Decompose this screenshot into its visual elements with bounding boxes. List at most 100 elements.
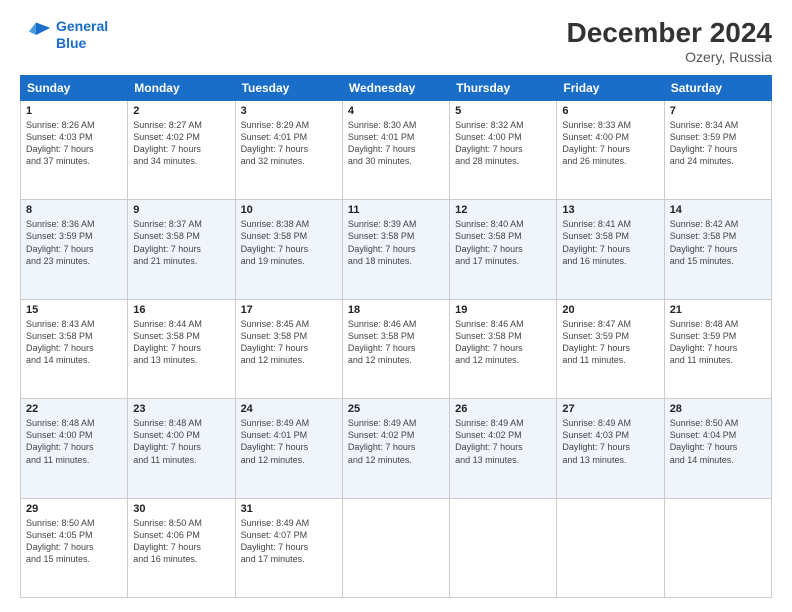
day-info: Sunrise: 8:32 AMSunset: 4:00 PMDaylight:… xyxy=(455,119,551,168)
day-number: 27 xyxy=(562,403,658,415)
col-monday: Monday xyxy=(128,75,235,100)
day-info: Sunrise: 8:46 AMSunset: 3:58 PMDaylight:… xyxy=(348,318,444,367)
day-info: Sunrise: 8:47 AMSunset: 3:59 PMDaylight:… xyxy=(562,318,658,367)
day-number: 19 xyxy=(455,304,551,316)
day-info: Sunrise: 8:29 AMSunset: 4:01 PMDaylight:… xyxy=(241,119,337,168)
week-row-1: 1 Sunrise: 8:26 AMSunset: 4:03 PMDaylight… xyxy=(21,100,772,199)
table-row: 13 Sunrise: 8:41 AMSunset: 3:58 PMDayligh… xyxy=(557,200,664,299)
table-row: 8Sunrise: 8:36 AMSunset: 3:59 PMDaylight… xyxy=(21,200,128,299)
month-title: December 2024 xyxy=(567,18,772,49)
col-thursday: Thursday xyxy=(450,75,557,100)
table-row: 11 Sunrise: 8:39 AMSunset: 3:58 PMDayligh… xyxy=(342,200,449,299)
table-row: 17 Sunrise: 8:45 AMSunset: 3:58 PMDayligh… xyxy=(235,299,342,398)
day-info: Sunrise: 8:48 AMSunset: 3:59 PMDaylight:… xyxy=(670,318,766,367)
col-tuesday: Tuesday xyxy=(235,75,342,100)
day-number: 4 xyxy=(348,105,444,117)
col-wednesday: Wednesday xyxy=(342,75,449,100)
table-row: 31 Sunrise: 8:49 AMSunset: 4:07 PMDayligh… xyxy=(235,498,342,597)
table-row: 24 Sunrise: 8:49 AMSunset: 4:01 PMDayligh… xyxy=(235,399,342,498)
day-info: Sunrise: 8:41 AMSunset: 3:58 PMDaylight:… xyxy=(562,218,658,267)
day-number: 28 xyxy=(670,403,766,415)
day-info: Sunrise: 8:34 AMSunset: 3:59 PMDaylight:… xyxy=(670,119,766,168)
day-number: 30 xyxy=(133,503,229,515)
day-number: 26 xyxy=(455,403,551,415)
day-info: Sunrise: 8:26 AMSunset: 4:03 PMDaylight:… xyxy=(26,119,122,168)
table-row: 21 Sunrise: 8:48 AMSunset: 3:59 PMDayligh… xyxy=(664,299,771,398)
table-row: 2 Sunrise: 8:27 AMSunset: 4:02 PMDaylight… xyxy=(128,100,235,199)
logo-line1: General xyxy=(56,18,108,34)
day-number: 16 xyxy=(133,304,229,316)
day-info: Sunrise: 8:27 AMSunset: 4:02 PMDaylight:… xyxy=(133,119,229,168)
table-row xyxy=(450,498,557,597)
table-row: 26 Sunrise: 8:49 AMSunset: 4:02 PMDayligh… xyxy=(450,399,557,498)
table-row: 3Sunrise: 8:29 AMSunset: 4:01 PMDaylight… xyxy=(235,100,342,199)
day-number: 24 xyxy=(241,403,337,415)
day-number: 20 xyxy=(562,304,658,316)
day-info: Sunrise: 8:45 AMSunset: 3:58 PMDaylight:… xyxy=(241,318,337,367)
table-row xyxy=(342,498,449,597)
day-info: Sunrise: 8:30 AMSunset: 4:01 PMDaylight:… xyxy=(348,119,444,168)
day-number: 9 xyxy=(133,204,229,216)
day-info: Sunrise: 8:49 AMSunset: 4:02 PMDaylight:… xyxy=(455,417,551,466)
week-row-4: 22 Sunrise: 8:48 AMSunset: 4:00 PMDayligh… xyxy=(21,399,772,498)
table-row: 29Sunrise: 8:50 AMSunset: 4:05 PMDayligh… xyxy=(21,498,128,597)
table-row: 22Sunrise: 8:48 AMSunset: 4:00 PMDayligh… xyxy=(21,399,128,498)
day-info: Sunrise: 8:46 AMSunset: 3:58 PMDaylight:… xyxy=(455,318,551,367)
day-number: 2 xyxy=(133,105,229,117)
day-number: 21 xyxy=(670,304,766,316)
day-info: Sunrise: 8:49 AMSunset: 4:07 PMDaylight:… xyxy=(241,517,337,566)
table-row: 19 Sunrise: 8:46 AMSunset: 3:58 PMDayligh… xyxy=(450,299,557,398)
page: General Blue December 2024 Ozery, Russia… xyxy=(0,0,792,612)
header: General Blue December 2024 Ozery, Russia xyxy=(20,18,772,65)
header-row: Sunday Monday Tuesday Wednesday Thursday… xyxy=(21,75,772,100)
day-number: 13 xyxy=(562,204,658,216)
table-row: 20 Sunrise: 8:47 AMSunset: 3:59 PMDayligh… xyxy=(557,299,664,398)
table-row xyxy=(557,498,664,597)
day-number: 6 xyxy=(562,105,658,117)
day-number: 1 xyxy=(26,105,122,117)
table-row: 4 Sunrise: 8:30 AMSunset: 4:01 PMDaylight… xyxy=(342,100,449,199)
col-saturday: Saturday xyxy=(664,75,771,100)
table-row: 16 Sunrise: 8:44 AMSunset: 3:58 PMDayligh… xyxy=(128,299,235,398)
day-number: 25 xyxy=(348,403,444,415)
day-info: Sunrise: 8:50 AMSunset: 4:04 PMDaylight:… xyxy=(670,417,766,466)
table-row: 6Sunrise: 8:33 AMSunset: 4:00 PMDaylight… xyxy=(557,100,664,199)
day-number: 5 xyxy=(455,105,551,117)
col-friday: Friday xyxy=(557,75,664,100)
day-info: Sunrise: 8:43 AMSunset: 3:58 PMDaylight:… xyxy=(26,318,122,367)
table-row: 25 Sunrise: 8:49 AMSunset: 4:02 PMDayligh… xyxy=(342,399,449,498)
week-row-3: 15Sunrise: 8:43 AMSunset: 3:58 PMDayligh… xyxy=(21,299,772,398)
day-number: 18 xyxy=(348,304,444,316)
day-info: Sunrise: 8:49 AMSunset: 4:01 PMDaylight:… xyxy=(241,417,337,466)
table-row: 28 Sunrise: 8:50 AMSunset: 4:04 PMDayligh… xyxy=(664,399,771,498)
day-number: 14 xyxy=(670,204,766,216)
table-row: 7Sunrise: 8:34 AMSunset: 3:59 PMDaylight… xyxy=(664,100,771,199)
table-row: 5 Sunrise: 8:32 AMSunset: 4:00 PMDaylight… xyxy=(450,100,557,199)
day-info: Sunrise: 8:42 AMSunset: 3:58 PMDaylight:… xyxy=(670,218,766,267)
table-row: 10Sunrise: 8:38 AMSunset: 3:58 PMDayligh… xyxy=(235,200,342,299)
table-row: 9 Sunrise: 8:37 AMSunset: 3:58 PMDaylight… xyxy=(128,200,235,299)
day-number: 12 xyxy=(455,204,551,216)
day-info: Sunrise: 8:37 AMSunset: 3:58 PMDaylight:… xyxy=(133,218,229,267)
day-info: Sunrise: 8:49 AMSunset: 4:02 PMDaylight:… xyxy=(348,417,444,466)
col-sunday: Sunday xyxy=(21,75,128,100)
week-row-2: 8Sunrise: 8:36 AMSunset: 3:59 PMDaylight… xyxy=(21,200,772,299)
table-row: 1 Sunrise: 8:26 AMSunset: 4:03 PMDaylight… xyxy=(21,100,128,199)
day-info: Sunrise: 8:49 AMSunset: 4:03 PMDaylight:… xyxy=(562,417,658,466)
table-row: 15Sunrise: 8:43 AMSunset: 3:58 PMDayligh… xyxy=(21,299,128,398)
day-info: Sunrise: 8:38 AMSunset: 3:58 PMDaylight:… xyxy=(241,218,337,267)
logo-icon xyxy=(20,19,52,51)
logo-text: General Blue xyxy=(56,18,108,52)
day-number: 22 xyxy=(26,403,122,415)
day-info: Sunrise: 8:48 AMSunset: 4:00 PMDaylight:… xyxy=(133,417,229,466)
day-info: Sunrise: 8:36 AMSunset: 3:59 PMDaylight:… xyxy=(26,218,122,267)
day-number: 17 xyxy=(241,304,337,316)
day-info: Sunrise: 8:40 AMSunset: 3:58 PMDaylight:… xyxy=(455,218,551,267)
day-info: Sunrise: 8:39 AMSunset: 3:58 PMDaylight:… xyxy=(348,218,444,267)
day-info: Sunrise: 8:50 AMSunset: 4:05 PMDaylight:… xyxy=(26,517,122,566)
day-number: 11 xyxy=(348,204,444,216)
table-row: 18 Sunrise: 8:46 AMSunset: 3:58 PMDayligh… xyxy=(342,299,449,398)
table-row: 23Sunrise: 8:48 AMSunset: 4:00 PMDayligh… xyxy=(128,399,235,498)
day-number: 31 xyxy=(241,503,337,515)
day-info: Sunrise: 8:44 AMSunset: 3:58 PMDaylight:… xyxy=(133,318,229,367)
